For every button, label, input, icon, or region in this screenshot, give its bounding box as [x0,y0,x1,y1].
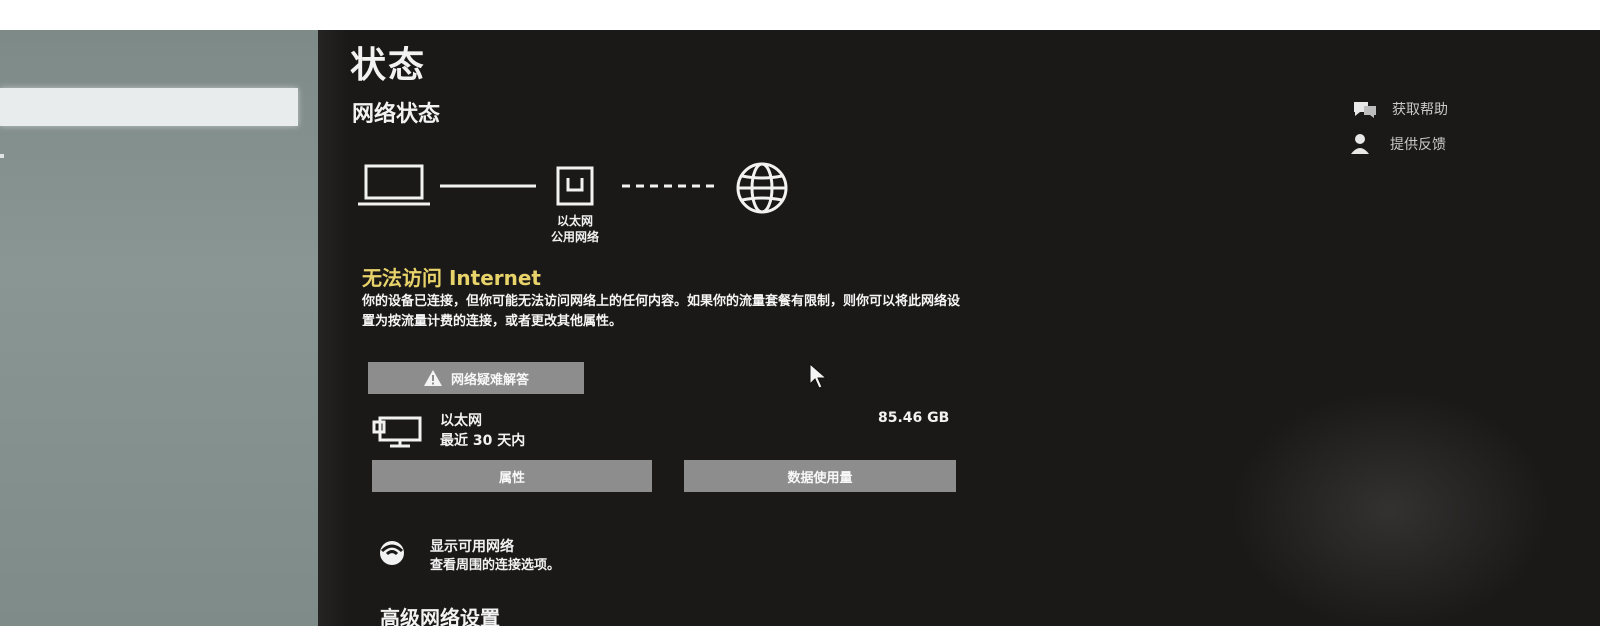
network-type-label: 公用网络 [550,230,599,244]
show-available-networks-link[interactable]: 显示可用网络 [430,536,514,556]
sidebar-item-status[interactable] [0,88,298,126]
settings-window: 状态 网络状态 以太网 公用网络 无法访问 Internet 你的设备已连接，但… [0,30,1600,626]
sidebar-divider [318,30,348,626]
sidebar [0,30,324,626]
properties-button-label: 属性 [498,470,525,486]
troubleshoot-button[interactable]: 网络疑难解答 [368,362,584,394]
ethernet-data-usage: 85.46 GB [878,410,950,426]
ethernet-usage-period: 最近 30 天内 [440,433,526,449]
mouse-cursor-icon [809,362,828,389]
no-internet-warning-text: 你的设备已连接，但你可能无法访问网络上的任何内容。如果你的流量套餐有限制，则你可… [362,294,961,329]
ethernet-monitor-icon [372,416,422,448]
troubleshoot-button-label: 网络疑难解答 [450,372,529,388]
get-help-link[interactable]: 获取帮助 [1350,98,1448,120]
ethernet-adapter-name: 以太网 [440,413,482,429]
sidebar-item-marker [0,154,4,158]
get-help-label: 获取帮助 [1392,102,1448,118]
page-title: 状态 [350,45,427,86]
properties-button[interactable]: 属性 [372,460,652,492]
laptop-icon [358,164,430,206]
give-feedback-label: 提供反馈 [1390,137,1446,153]
help-chat-icon [1354,102,1376,118]
feedback-person-icon [1351,134,1369,154]
available-networks-icon[interactable] [374,538,414,568]
main-content: 状态 网络状态 以太网 公用网络 无法访问 Internet 你的设备已连接，但… [350,30,1600,626]
warning-icon [423,370,442,386]
give-feedback-link[interactable]: 提供反馈 [1348,132,1446,156]
ethernet-port-icon [556,166,594,206]
globe-icon [736,162,788,214]
section-title-network-status: 网络状态 [352,102,441,127]
data-usage-button-label: 数据使用量 [787,470,853,486]
advanced-network-settings-heading: 高级网络设置 [380,606,500,626]
adapter-name-label: 以太网 [556,214,593,228]
data-usage-button[interactable]: 数据使用量 [684,460,956,492]
show-available-networks-description: 查看周围的连接选项。 [430,558,561,573]
no-internet-warning-title: 无法访问 Internet [362,266,541,290]
